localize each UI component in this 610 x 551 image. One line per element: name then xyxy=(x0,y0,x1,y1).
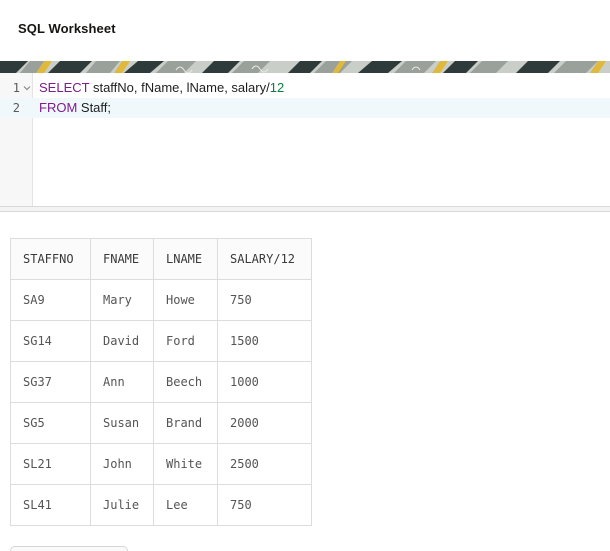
cell-lname: Howe xyxy=(153,279,218,321)
chevron-down-icon[interactable] xyxy=(23,84,31,92)
cell-staffno: SL21 xyxy=(10,443,91,485)
cell-lname: Brand xyxy=(153,402,218,444)
code-line-1[interactable]: 1 SELECT staffNo, fName, lName, salary/1… xyxy=(0,78,610,98)
column-header-fname: FNAME xyxy=(90,238,154,280)
cell-salary: 2000 xyxy=(217,402,312,444)
cell-fname: Julie xyxy=(90,484,154,526)
cell-fname: John xyxy=(90,443,154,485)
cell-lname: Ford xyxy=(153,320,218,362)
cell-fname: Susan xyxy=(90,402,154,444)
cell-staffno: SL41 xyxy=(10,484,91,526)
cell-fname: Mary xyxy=(90,279,154,321)
code-line-2[interactable]: 2 FROM Staff; xyxy=(0,98,610,118)
line-number: 2 xyxy=(12,101,20,115)
sql-worksheet-page: SQL Worksheet 1 SELECT staffNo, fName, l… xyxy=(0,0,610,551)
cell-fname: David xyxy=(90,320,154,362)
results-footer-control[interactable] xyxy=(10,546,128,551)
table-row: SL41 Julie Lee 750 xyxy=(10,484,312,526)
cell-staffno: SG37 xyxy=(10,361,91,403)
sql-keyword: SELECT xyxy=(39,80,90,95)
cell-lname: White xyxy=(153,443,218,485)
decorative-banner xyxy=(0,61,610,73)
cell-salary: 750 xyxy=(217,484,312,526)
cell-salary: 750 xyxy=(217,279,312,321)
pane-splitter[interactable] xyxy=(0,206,610,212)
cell-staffno: SG5 xyxy=(10,402,91,444)
cell-staffno: SA9 xyxy=(10,279,91,321)
code-text: SELECT staffNo, fName, lName, salary/12 xyxy=(39,78,284,98)
sql-editor[interactable]: 1 SELECT staffNo, fName, lName, salary/1… xyxy=(0,73,610,206)
cell-salary: 1500 xyxy=(217,320,312,362)
query-results: STAFFNO FNAME LNAME SALARY/12 SA9 Mary H… xyxy=(10,238,312,526)
sql-keyword: FROM xyxy=(39,100,78,115)
table-row: SA9 Mary Howe 750 xyxy=(10,279,312,321)
cell-lname: Beech xyxy=(153,361,218,403)
code-text: FROM Staff; xyxy=(39,98,111,118)
line-number: 1 xyxy=(12,81,20,95)
worksheet-header: SQL Worksheet xyxy=(0,0,610,61)
sql-number: 12 xyxy=(269,80,285,95)
column-header-staffno: STAFFNO xyxy=(10,238,91,280)
sql-text: Staff; xyxy=(77,100,112,115)
column-header-salary: SALARY/12 xyxy=(217,238,312,280)
table-row: SG5 Susan Brand 2000 xyxy=(10,402,312,444)
cell-salary: 1000 xyxy=(217,361,312,403)
cell-staffno: SG14 xyxy=(10,320,91,362)
cell-fname: Ann xyxy=(90,361,154,403)
table-header-row: STAFFNO FNAME LNAME SALARY/12 xyxy=(10,238,312,280)
table-row: SG37 Ann Beech 1000 xyxy=(10,361,312,403)
cell-salary: 2500 xyxy=(217,443,312,485)
table-row: SG14 David Ford 1500 xyxy=(10,320,312,362)
sql-text: staffNo, fName, lName, salary/ xyxy=(89,80,270,95)
results-table: STAFFNO FNAME LNAME SALARY/12 SA9 Mary H… xyxy=(10,238,312,526)
page-title: SQL Worksheet xyxy=(18,21,116,36)
cell-lname: Lee xyxy=(153,484,218,526)
table-row: SL21 John White 2500 xyxy=(10,443,312,485)
column-header-lname: LNAME xyxy=(153,238,218,280)
